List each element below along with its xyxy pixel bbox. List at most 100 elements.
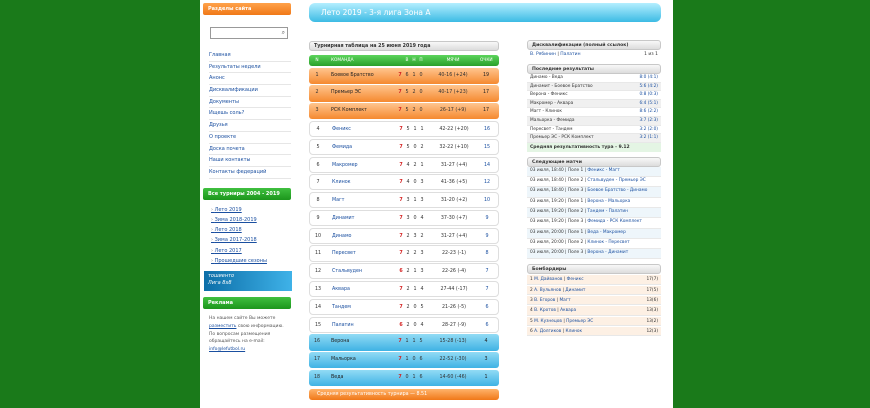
match-teams[interactable]: Феникс - Магт — [587, 168, 619, 173]
result-score[interactable]: 8:0 (4:1) — [639, 74, 658, 82]
scorer-name[interactable]: А. Долгиков — [534, 329, 561, 334]
disq-player[interactable]: В. Рябинин — [530, 52, 556, 57]
team-link[interactable]: Пересвет — [332, 246, 356, 262]
wins: 2 — [406, 286, 410, 292]
team-link[interactable]: Феникс — [332, 122, 351, 138]
sidebar: Разделы сайта ⌕ Главная Результаты недели… — [203, 3, 292, 353]
scorer-goals: 13(3) — [646, 308, 658, 314]
tournaments-heading: Все турниры 2004 - 2019 — [203, 187, 291, 200]
scorers-box: Бомбардиры 1 М. Дайванов | Феникс 17(7) 2 … — [527, 264, 661, 337]
menu-item[interactable]: Ищешь соль? — [209, 108, 291, 121]
row-position: 6 — [316, 162, 320, 168]
menu-item[interactable]: Анонс — [209, 73, 291, 86]
result-score[interactable]: 3:2 (2:0) — [639, 126, 658, 134]
tournament-link[interactable]: Лето 2019 — [211, 205, 291, 215]
match-teams[interactable]: Верона - Динамит — [587, 250, 628, 255]
menu-item[interactable]: Контакты федераций — [209, 167, 291, 179]
team-link[interactable]: Макромер — [332, 158, 358, 174]
team-link[interactable]: Боевое Братство — [331, 68, 374, 84]
tournament-link[interactable]: Зима 2018-2019 — [211, 215, 291, 225]
result-match: Макромер - Аквара — [530, 100, 574, 106]
result-match: Премьер ЭС - РСК Комплект — [530, 135, 594, 141]
ad-email-link[interactable]: info@lefutbol.ru — [209, 347, 245, 352]
scorer-team[interactable]: Магт — [559, 298, 570, 303]
match-teams[interactable]: Фемида - РСК Комплект — [587, 219, 642, 224]
match-teams[interactable]: Боевое Братство - Динамо — [587, 188, 647, 193]
team-link[interactable]: Мальорка — [331, 352, 356, 368]
tournament-link[interactable]: Лето 2018 — [211, 225, 291, 235]
result-score[interactable]: 3:2 (1:1) — [639, 134, 658, 142]
scorer-name[interactable]: М. Дайванов — [534, 277, 562, 282]
match-date: 03 июля, 18:40 | Поле 1 | — [530, 167, 587, 173]
scorer-rank: 6 — [530, 328, 533, 334]
result-score[interactable]: 3:7 (2:3) — [639, 117, 658, 125]
search-input[interactable]: ⌕ — [210, 27, 288, 39]
scorer-team[interactable]: Премьер ЭС — [566, 319, 593, 324]
ad-link[interactable]: разместить — [209, 324, 236, 329]
result-score[interactable]: 5:6 (4:2) — [639, 83, 658, 91]
team-link[interactable]: Динамо — [332, 229, 352, 245]
team-link[interactable]: Клинок — [332, 175, 351, 191]
draws: 1 — [413, 126, 417, 132]
team-link[interactable]: РСК Комплект — [331, 103, 367, 119]
menu-item[interactable]: О проекте — [209, 132, 291, 144]
games-played: 7 — [398, 339, 402, 345]
losses: 3 — [420, 251, 424, 257]
menu-item[interactable]: Дисквалификации — [209, 85, 291, 97]
result-score[interactable]: 8:6 (2:2) — [639, 108, 658, 116]
menu-item[interactable]: Главная — [209, 50, 291, 62]
points: 15 — [483, 144, 491, 150]
standings-section: Турнирная таблица на 25 июня 2019 года N… — [309, 41, 499, 401]
team-link[interactable]: Тандем — [332, 300, 351, 316]
team-link[interactable]: Веда — [331, 370, 344, 386]
games-played: 6 — [399, 322, 403, 328]
scorer-name[interactable]: А. Вульянов — [534, 288, 561, 293]
match-teams[interactable]: Тандем - Палатин — [587, 209, 628, 214]
tournament-link[interactable]: Зима 2017-2018 — [211, 235, 291, 245]
row-position: 2 — [315, 90, 319, 96]
team-link[interactable]: Фемида — [332, 140, 352, 156]
menu-item[interactable]: Документы — [209, 97, 291, 109]
result-score[interactable]: 6:4 (5:1) — [639, 100, 658, 108]
table-row: 4 Феникс 7 5 1 1 42-22 (+20) 16 — [309, 120, 499, 138]
search-icon[interactable]: ⌕ — [282, 29, 285, 37]
match-item: 03 июля, 20:00 | Поле 1 | Веда - Макроме… — [527, 228, 661, 239]
sponsor-banner[interactable]: тошиенто Лига 8x8 — [204, 271, 292, 292]
team-link[interactable]: Премьер ЭС — [331, 85, 361, 101]
tournament-link[interactable]: Прошедшие сезоны — [211, 256, 291, 266]
draws: 1 — [413, 198, 417, 204]
match-teams[interactable]: Веда - Макромер — [587, 230, 625, 235]
menu-item[interactable]: Друзья — [209, 120, 291, 132]
games-played: 7 — [398, 357, 402, 363]
results-footer: Средняя результативность тура - 9.12 — [527, 142, 661, 152]
match-teams[interactable]: Верона - Мальорка — [587, 199, 630, 204]
team-link[interactable]: Верона — [331, 334, 349, 350]
result-score[interactable]: 0:8 (0:3) — [639, 91, 658, 99]
losses: 6 — [419, 374, 423, 380]
tournament-link[interactable]: Лето 2017 — [211, 246, 291, 256]
scorer-name[interactable]: М. Кузнецов — [534, 319, 562, 324]
match-teams[interactable]: Стальвуден - Премьер ЭС — [587, 178, 645, 183]
scorer-goals: 17(5) — [646, 287, 658, 293]
scorer-name[interactable]: В. Кротов — [534, 308, 556, 313]
disq-team[interactable]: Палатин — [560, 52, 580, 57]
scorer-rank: 2 — [530, 287, 533, 293]
scorer-team[interactable]: Динамит — [565, 288, 585, 293]
menu-item[interactable]: Результаты недели — [209, 62, 291, 74]
match-teams[interactable]: Клинок - Пересвет — [587, 240, 629, 245]
menu-item[interactable]: Доска почета — [209, 144, 291, 156]
draws: 1 — [412, 374, 416, 380]
scorer-name[interactable]: В. Егоров — [534, 298, 555, 303]
table-row: 13 Аквара 7 2 1 4 27-44 (-17) 7 — [309, 280, 499, 298]
scorers-title: Бомбардиры — [527, 264, 661, 275]
scorer-team[interactable]: Аквара — [560, 308, 576, 313]
menu-item[interactable]: Наши контакты — [209, 155, 291, 167]
team-link[interactable]: Динамит — [332, 211, 354, 227]
team-link[interactable]: Магт — [332, 193, 344, 209]
team-link[interactable]: Стальвуден — [332, 264, 362, 280]
team-link[interactable]: Палатин — [332, 318, 354, 334]
scorer-team[interactable]: Феникс — [567, 277, 584, 282]
losses: 1 — [420, 126, 424, 132]
scorer-team[interactable]: Клинок — [566, 329, 583, 334]
team-link[interactable]: Аквара — [332, 282, 350, 298]
